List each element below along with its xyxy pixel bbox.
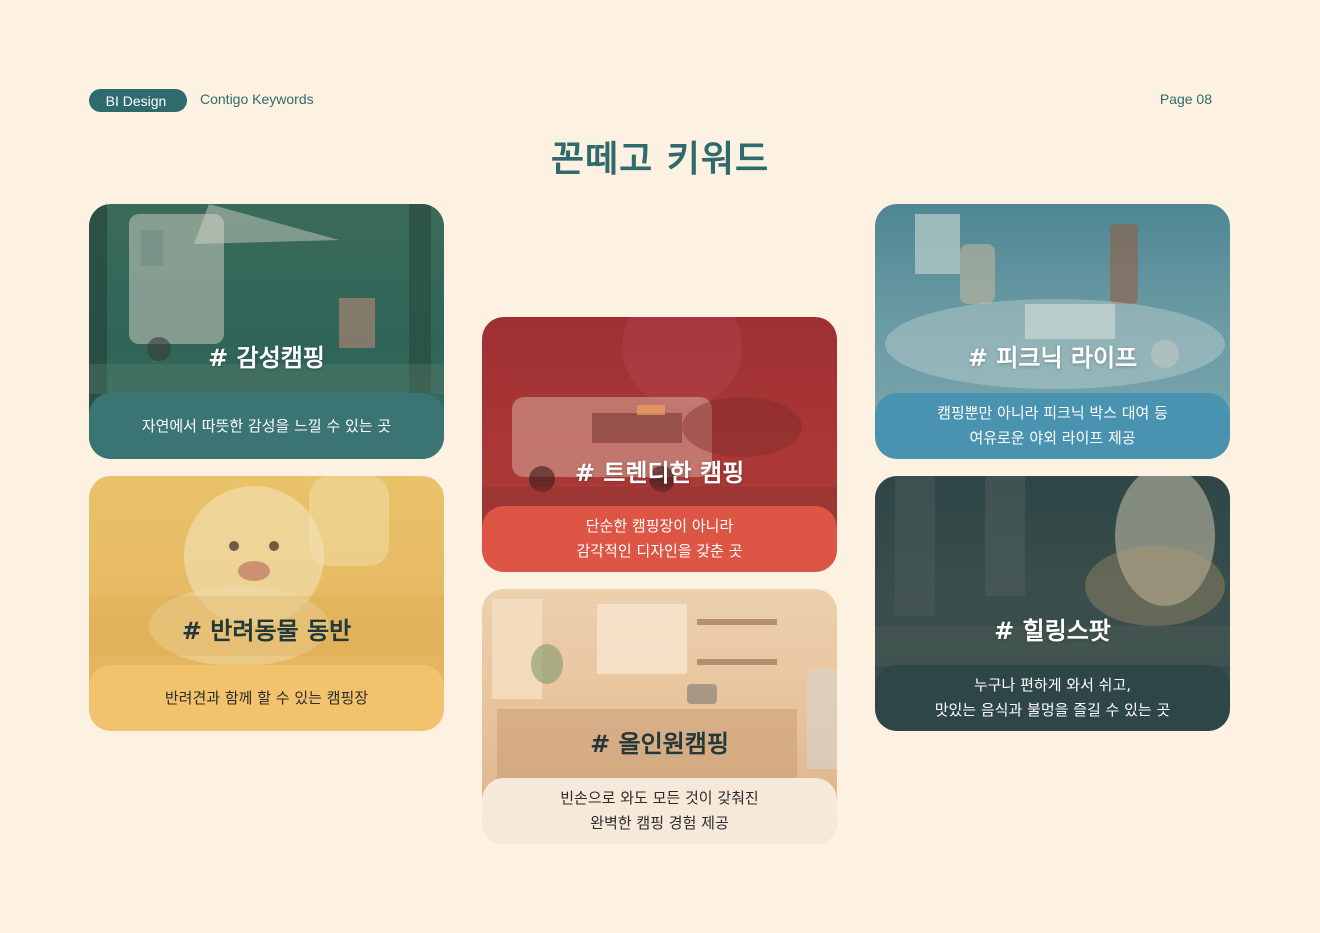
keyword-label: # 힐링스팟 — [994, 617, 1111, 645]
description-line-1: 자연에서 따뜻한 감성을 느낄 수 있는 곳 — [141, 416, 392, 435]
keyword-card-all-in-one-camping: # 올인원캠핑 빈손으로 와도 모든 것이 갖춰진 완벽한 캠핑 경험 제공 — [482, 589, 837, 844]
keyword-label: # 감성캠핑 — [208, 344, 325, 372]
description-line-2: 감각적인 디자인을 갖춘 곳 — [576, 542, 743, 560]
description-band: 반려견과 함께 할 수 있는 캠핑장 — [89, 665, 444, 731]
description-band: 누구나 편하게 와서 쉬고, 맛있는 음식과 불멍을 즐길 수 있는 곳 — [875, 665, 1230, 731]
section-badge: BI Design — [89, 89, 187, 112]
section-subtitle: Contigo Keywords — [200, 91, 314, 107]
description-band: 빈손으로 와도 모든 것이 갖춰진 완벽한 캠핑 경험 제공 — [482, 778, 837, 844]
description-line-1: 단순한 캠핑장이 아니라 — [585, 517, 734, 535]
keyword-card-pet-friendly: # 반려동물 동반 반려견과 함께 할 수 있는 캠핑장 — [89, 476, 444, 731]
description-band: 캠핑뿐만 아니라 피크닉 박스 대여 등 여유로운 야외 라이프 제공 — [875, 393, 1230, 459]
keyword-label: # 피크닉 라이프 — [967, 344, 1138, 372]
description-line-1: 누구나 편하게 와서 쉬고, — [973, 676, 1132, 694]
keyword-label: # 반려동물 동반 — [181, 617, 352, 645]
page-title: 꼰떼고 키워드 — [550, 139, 770, 180]
description-line-1: 캠핑뿐만 아니라 피크닉 박스 대여 등 — [937, 404, 1168, 422]
keyword-label: # 올인원캠핑 — [590, 730, 729, 758]
description-line-1: 빈손으로 와도 모든 것이 갖춰진 — [560, 789, 759, 807]
description-line-1: 반려견과 함께 할 수 있는 캠핑장 — [164, 688, 369, 707]
keyword-label: # 트렌디한 캠핑 — [574, 459, 745, 487]
description-line-2: 맛있는 음식과 불멍을 즐길 수 있는 곳 — [934, 701, 1171, 719]
description-line-2: 여유로운 야외 라이프 제공 — [969, 429, 1136, 447]
keyword-card-emotional-camping: # 감성캠핑 자연에서 따뜻한 감성을 느낄 수 있는 곳 — [89, 204, 444, 459]
keyword-card-healing-spot: # 힐링스팟 누구나 편하게 와서 쉬고, 맛있는 음식과 불멍을 즐길 수 있… — [875, 476, 1230, 731]
page-number: Page 08 — [1159, 91, 1212, 107]
description-band: 자연에서 따뜻한 감성을 느낄 수 있는 곳 — [89, 393, 444, 459]
description-band: 단순한 캠핑장이 아니라 감각적인 디자인을 갖춘 곳 — [482, 506, 837, 572]
keyword-card-picnic-life: # 피크닉 라이프 캠핑뿐만 아니라 피크닉 박스 대여 등 여유로운 야외 라… — [875, 204, 1230, 459]
description-line-2: 완벽한 캠핑 경험 제공 — [590, 814, 729, 832]
keyword-card-trendy-camping: # 트렌디한 캠핑 단순한 캠핑장이 아니라 감각적인 디자인을 갖춘 곳 — [482, 317, 837, 572]
